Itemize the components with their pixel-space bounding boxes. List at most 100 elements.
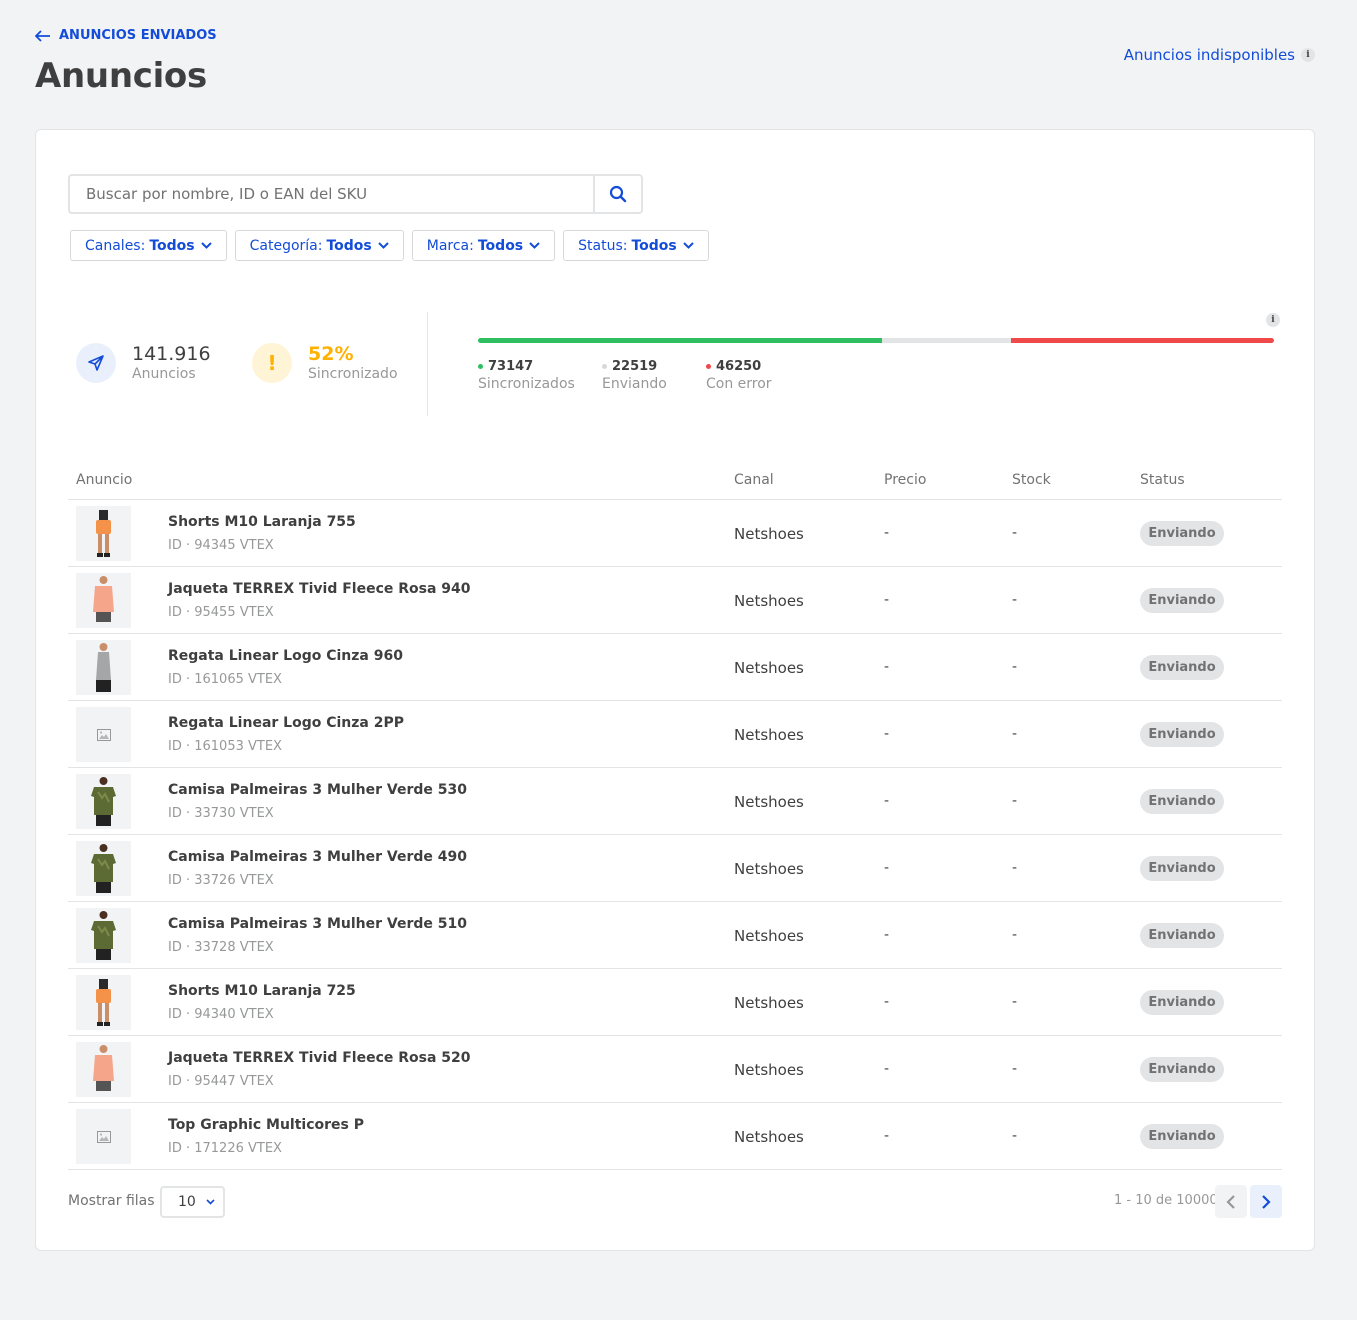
product-name[interactable]: Regata Linear Logo Cinza 960 [168,648,403,664]
table-row[interactable]: Camisa Palmeiras 3 Mulher Verde 530 ID · … [68,768,1282,835]
product-thumbnail [76,1109,131,1164]
search-bar: Buscar por nombre, ID o EAN del SKU [68,174,643,214]
product-thumbnail [76,774,131,829]
col-precio: Precio [884,472,927,488]
search-input[interactable]: Buscar por nombre, ID o EAN del SKU [68,174,593,214]
product-thumbnail [76,908,131,963]
error-label: Con error [706,376,772,392]
gray-dot-icon [602,364,607,369]
product-id: ID · 161053 VTEX [168,739,282,754]
info-icon[interactable]: i [1301,48,1315,62]
product-channel: Netshoes [734,726,804,744]
table-row[interactable]: Regata Linear Logo Cinza 960 ID · 161065 … [68,634,1282,701]
filter-bar: Canales: Todos Categoría: Todos Marca: Todo… [70,230,709,261]
product-price: - [884,927,890,943]
table-row[interactable]: Shorts M10 Laranja 725 ID · 94340 VTEX Net… [68,969,1282,1036]
product-image [91,844,116,893]
product-channel: Netshoes [734,1128,804,1146]
product-price: - [884,659,890,675]
progress-synced-segment [478,338,883,343]
unavailable-ads-link[interactable]: Anuncios indisponibles i [1124,46,1315,64]
image-placeholder-icon [96,1130,111,1143]
product-thumbnail [76,1042,131,1097]
search-button[interactable] [593,174,643,214]
product-image [93,576,114,622]
table-row[interactable]: Jaqueta TERREX Tivid Fleece Rosa 940 ID ·… [68,567,1282,634]
col-status: Status [1140,472,1185,488]
sync-value: 52% [308,343,354,365]
chevron-down-icon [378,242,389,249]
product-name[interactable]: Shorts M10 Laranja 725 [168,983,356,999]
status-badge: Enviando [1140,655,1224,680]
product-thumbnail [76,975,131,1030]
status-badge: Enviando [1140,856,1224,881]
green-dot-icon [478,364,483,369]
product-id: ID · 33726 VTEX [168,873,274,888]
next-page-button[interactable] [1250,1185,1282,1218]
product-price: - [884,1128,890,1144]
product-id: ID · 94345 VTEX [168,538,274,553]
status-badge: Enviando [1140,789,1224,814]
filter-status[interactable]: Status: Todos [563,230,709,261]
table-row[interactable]: Camisa Palmeiras 3 Mulher Verde 490 ID · … [68,835,1282,902]
product-name[interactable]: Top Graphic Multicores P [168,1117,364,1133]
info-icon[interactable]: i [1266,313,1280,327]
chevron-down-icon [200,242,212,249]
product-thumbnail [76,841,131,896]
product-thumbnail [76,573,131,628]
product-image [93,1045,114,1091]
product-id: ID · 161065 VTEX [168,672,282,687]
product-id: ID · 95455 VTEX [168,605,274,620]
back-link[interactable]: ANUNCIOS ENVIADOS [35,28,217,43]
filter-brand[interactable]: Marca: Todos [411,230,556,261]
product-image [91,777,116,826]
product-stock: - [1012,726,1018,742]
table-row[interactable]: Regata Linear Logo Cinza 2PP ID · 161053 … [68,701,1282,768]
col-stock: Stock [1012,472,1051,488]
table-header: Anuncio Canal Precio Stock Status [68,468,1282,500]
sync-progress-bar [478,338,1274,343]
product-name[interactable]: Jaqueta TERREX Tivid Fleece Rosa 520 [168,1050,471,1066]
rows-per-page-select[interactable]: 10 [160,1186,225,1218]
back-link-label: ANUNCIOS ENVIADOS [59,28,217,43]
chevron-down-icon [529,242,540,249]
product-price: - [884,793,890,809]
product-stock: - [1012,1061,1018,1077]
status-badge: Enviando [1140,990,1224,1015]
total-ads-stat: 141.916 Anuncios [76,343,211,383]
chevron-left-icon [1226,1194,1235,1209]
product-stock: - [1012,1128,1018,1144]
product-stock: - [1012,659,1018,675]
arrow-left-icon [35,29,50,42]
product-thumbnail [76,640,131,695]
prev-page-button[interactable] [1215,1185,1247,1218]
product-name[interactable]: Camisa Palmeiras 3 Mulher Verde 510 [168,916,467,932]
product-stock: - [1012,793,1018,809]
legend-sending: 22519 Enviando [602,359,667,392]
table-row[interactable]: Shorts M10 Laranja 755 ID · 94345 VTEX Net… [68,500,1282,567]
product-name[interactable]: Jaqueta TERREX Tivid Fleece Rosa 940 [168,581,471,597]
status-badge: Enviando [1140,722,1224,747]
status-badge: Enviando [1140,588,1224,613]
total-ads-label: Anuncios [132,366,196,382]
product-id: ID · 94340 VTEX [168,1007,274,1022]
rows-per-page-label: Mostrar filas [68,1193,155,1209]
filter-category[interactable]: Categoría: Todos [234,230,404,261]
product-price: - [884,592,890,608]
filter-channels[interactable]: Canales: Todos [70,230,227,261]
product-stock: - [1012,592,1018,608]
table-row[interactable]: Camisa Palmeiras 3 Mulher Verde 510 ID · … [68,902,1282,969]
red-dot-icon [706,364,711,369]
product-name[interactable]: Camisa Palmeiras 3 Mulher Verde 490 [168,849,467,865]
product-price: - [884,726,890,742]
table-row[interactable]: Jaqueta TERREX Tivid Fleece Rosa 520 ID ·… [68,1036,1282,1103]
product-name[interactable]: Camisa Palmeiras 3 Mulher Verde 530 [168,782,467,798]
product-image [91,911,116,960]
product-image [96,643,111,692]
product-id: ID · 33730 VTEX [168,806,274,821]
filter-value: Todos [326,237,372,254]
total-ads-value: 141.916 [132,343,211,365]
table-row[interactable]: Top Graphic Multicores P ID · 171226 VTEX… [68,1103,1282,1170]
product-name[interactable]: Regata Linear Logo Cinza 2PP [168,715,404,731]
product-name[interactable]: Shorts M10 Laranja 755 [168,514,356,530]
